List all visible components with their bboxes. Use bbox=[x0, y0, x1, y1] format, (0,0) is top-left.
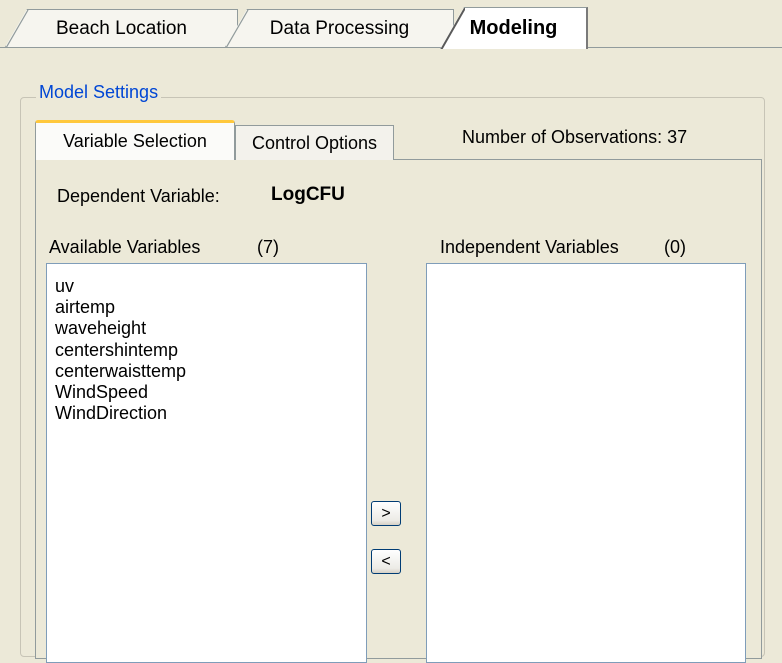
tab-beach-location[interactable]: Beach Location bbox=[5, 9, 238, 47]
available-variables-list[interactable]: uv airtemp waveheight centershintemp cen… bbox=[46, 263, 367, 663]
tab-label: Variable Selection bbox=[63, 131, 207, 151]
tab-label: Control Options bbox=[251, 132, 378, 153]
model-settings-title: Model Settings bbox=[36, 82, 162, 103]
list-item[interactable]: airtemp bbox=[47, 297, 366, 318]
remove-variable-button[interactable]: < bbox=[371, 549, 401, 574]
tab-modeling[interactable]: Modeling bbox=[440, 7, 588, 49]
available-variables-count: (7) bbox=[257, 237, 279, 257]
dependent-variable-value: LogCFU bbox=[271, 184, 345, 205]
independent-variables-list[interactable] bbox=[426, 263, 746, 663]
list-item[interactable]: uv bbox=[47, 276, 366, 297]
list-item[interactable]: centershintemp bbox=[47, 340, 366, 361]
add-variable-button[interactable]: > bbox=[371, 501, 401, 526]
observations-count: Number of Observations: 37 bbox=[462, 127, 688, 147]
independent-variables-label: Independent Variables bbox=[440, 237, 619, 257]
list-item[interactable]: waveheight bbox=[47, 318, 366, 339]
tab-strip-divider bbox=[0, 47, 782, 48]
tab-data-processing[interactable]: Data Processing bbox=[225, 9, 454, 47]
tab-label: Data Processing bbox=[269, 17, 410, 39]
available-variables-label: Available Variables bbox=[49, 237, 201, 257]
dependent-variable-label: Dependent Variable: bbox=[57, 186, 220, 206]
tab-control-options[interactable]: Control Options bbox=[235, 125, 394, 160]
tab-label: Modeling bbox=[469, 17, 558, 39]
tab-variable-selection[interactable]: Variable Selection bbox=[35, 120, 235, 160]
list-item[interactable]: WindSpeed bbox=[47, 382, 366, 403]
list-item[interactable]: WindDirection bbox=[47, 403, 366, 424]
list-item[interactable]: centerwaisttemp bbox=[47, 361, 366, 382]
tab-label: Beach Location bbox=[56, 17, 187, 39]
independent-variables-count: (0) bbox=[664, 237, 686, 257]
